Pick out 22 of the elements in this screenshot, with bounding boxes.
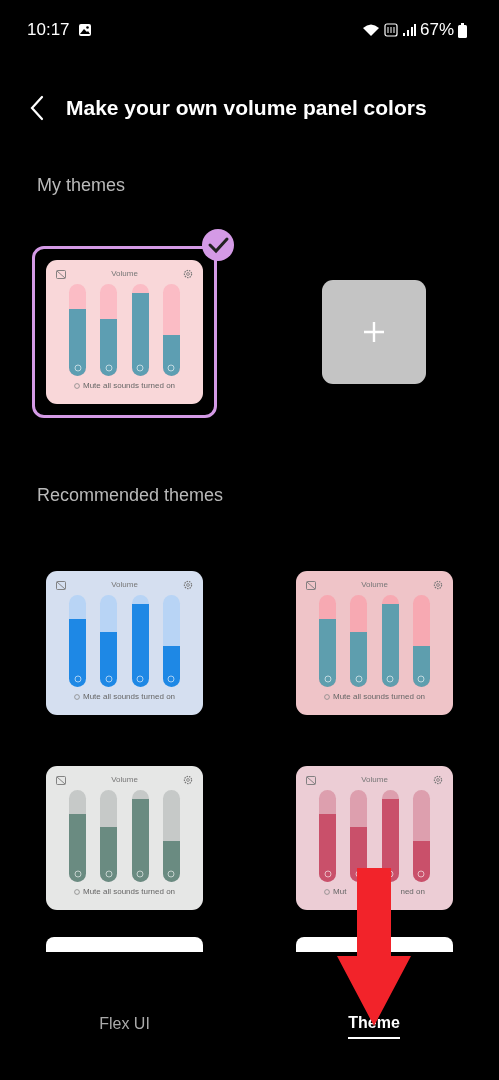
panel-title: Volume (111, 774, 138, 786)
mute-note: Mute all sounds turned on (332, 691, 426, 703)
panel-title: Volume (361, 774, 388, 786)
nav-tab[interactable]: Flex UI (99, 1012, 150, 1038)
mute-note: ned on (400, 886, 425, 898)
section-heading: Recommended themes (36, 484, 225, 507)
panel-title: Volume (361, 579, 388, 591)
section-heading: My themes (36, 174, 127, 197)
volume-panel-preview[interactable]: Volume Mut ned on (296, 766, 453, 910)
page-title: Make your own volume panel colors (66, 95, 427, 122)
theme-option[interactable]: Volume Mute all sounds turned on (32, 246, 217, 418)
battery-text: 67% (419, 19, 454, 42)
mute-note: Mute all sounds turned on (82, 380, 176, 392)
clock-text: 10:17 (27, 19, 70, 42)
panel-title: Volume (111, 268, 138, 280)
panel-title: Volume (111, 579, 138, 591)
volume-panel-preview[interactable]: Volume Mute all sounds turned on (46, 571, 203, 715)
mute-note: Mute all sounds turned on (82, 886, 176, 898)
volume-panel-preview[interactable]: Volume Mute all sounds turned on (46, 766, 203, 910)
mute-note: Mut (333, 886, 347, 898)
mute-note: Mute all sounds turned on (82, 691, 176, 703)
volume-panel-preview[interactable]: Volume Mute all sounds turned on (296, 571, 453, 715)
